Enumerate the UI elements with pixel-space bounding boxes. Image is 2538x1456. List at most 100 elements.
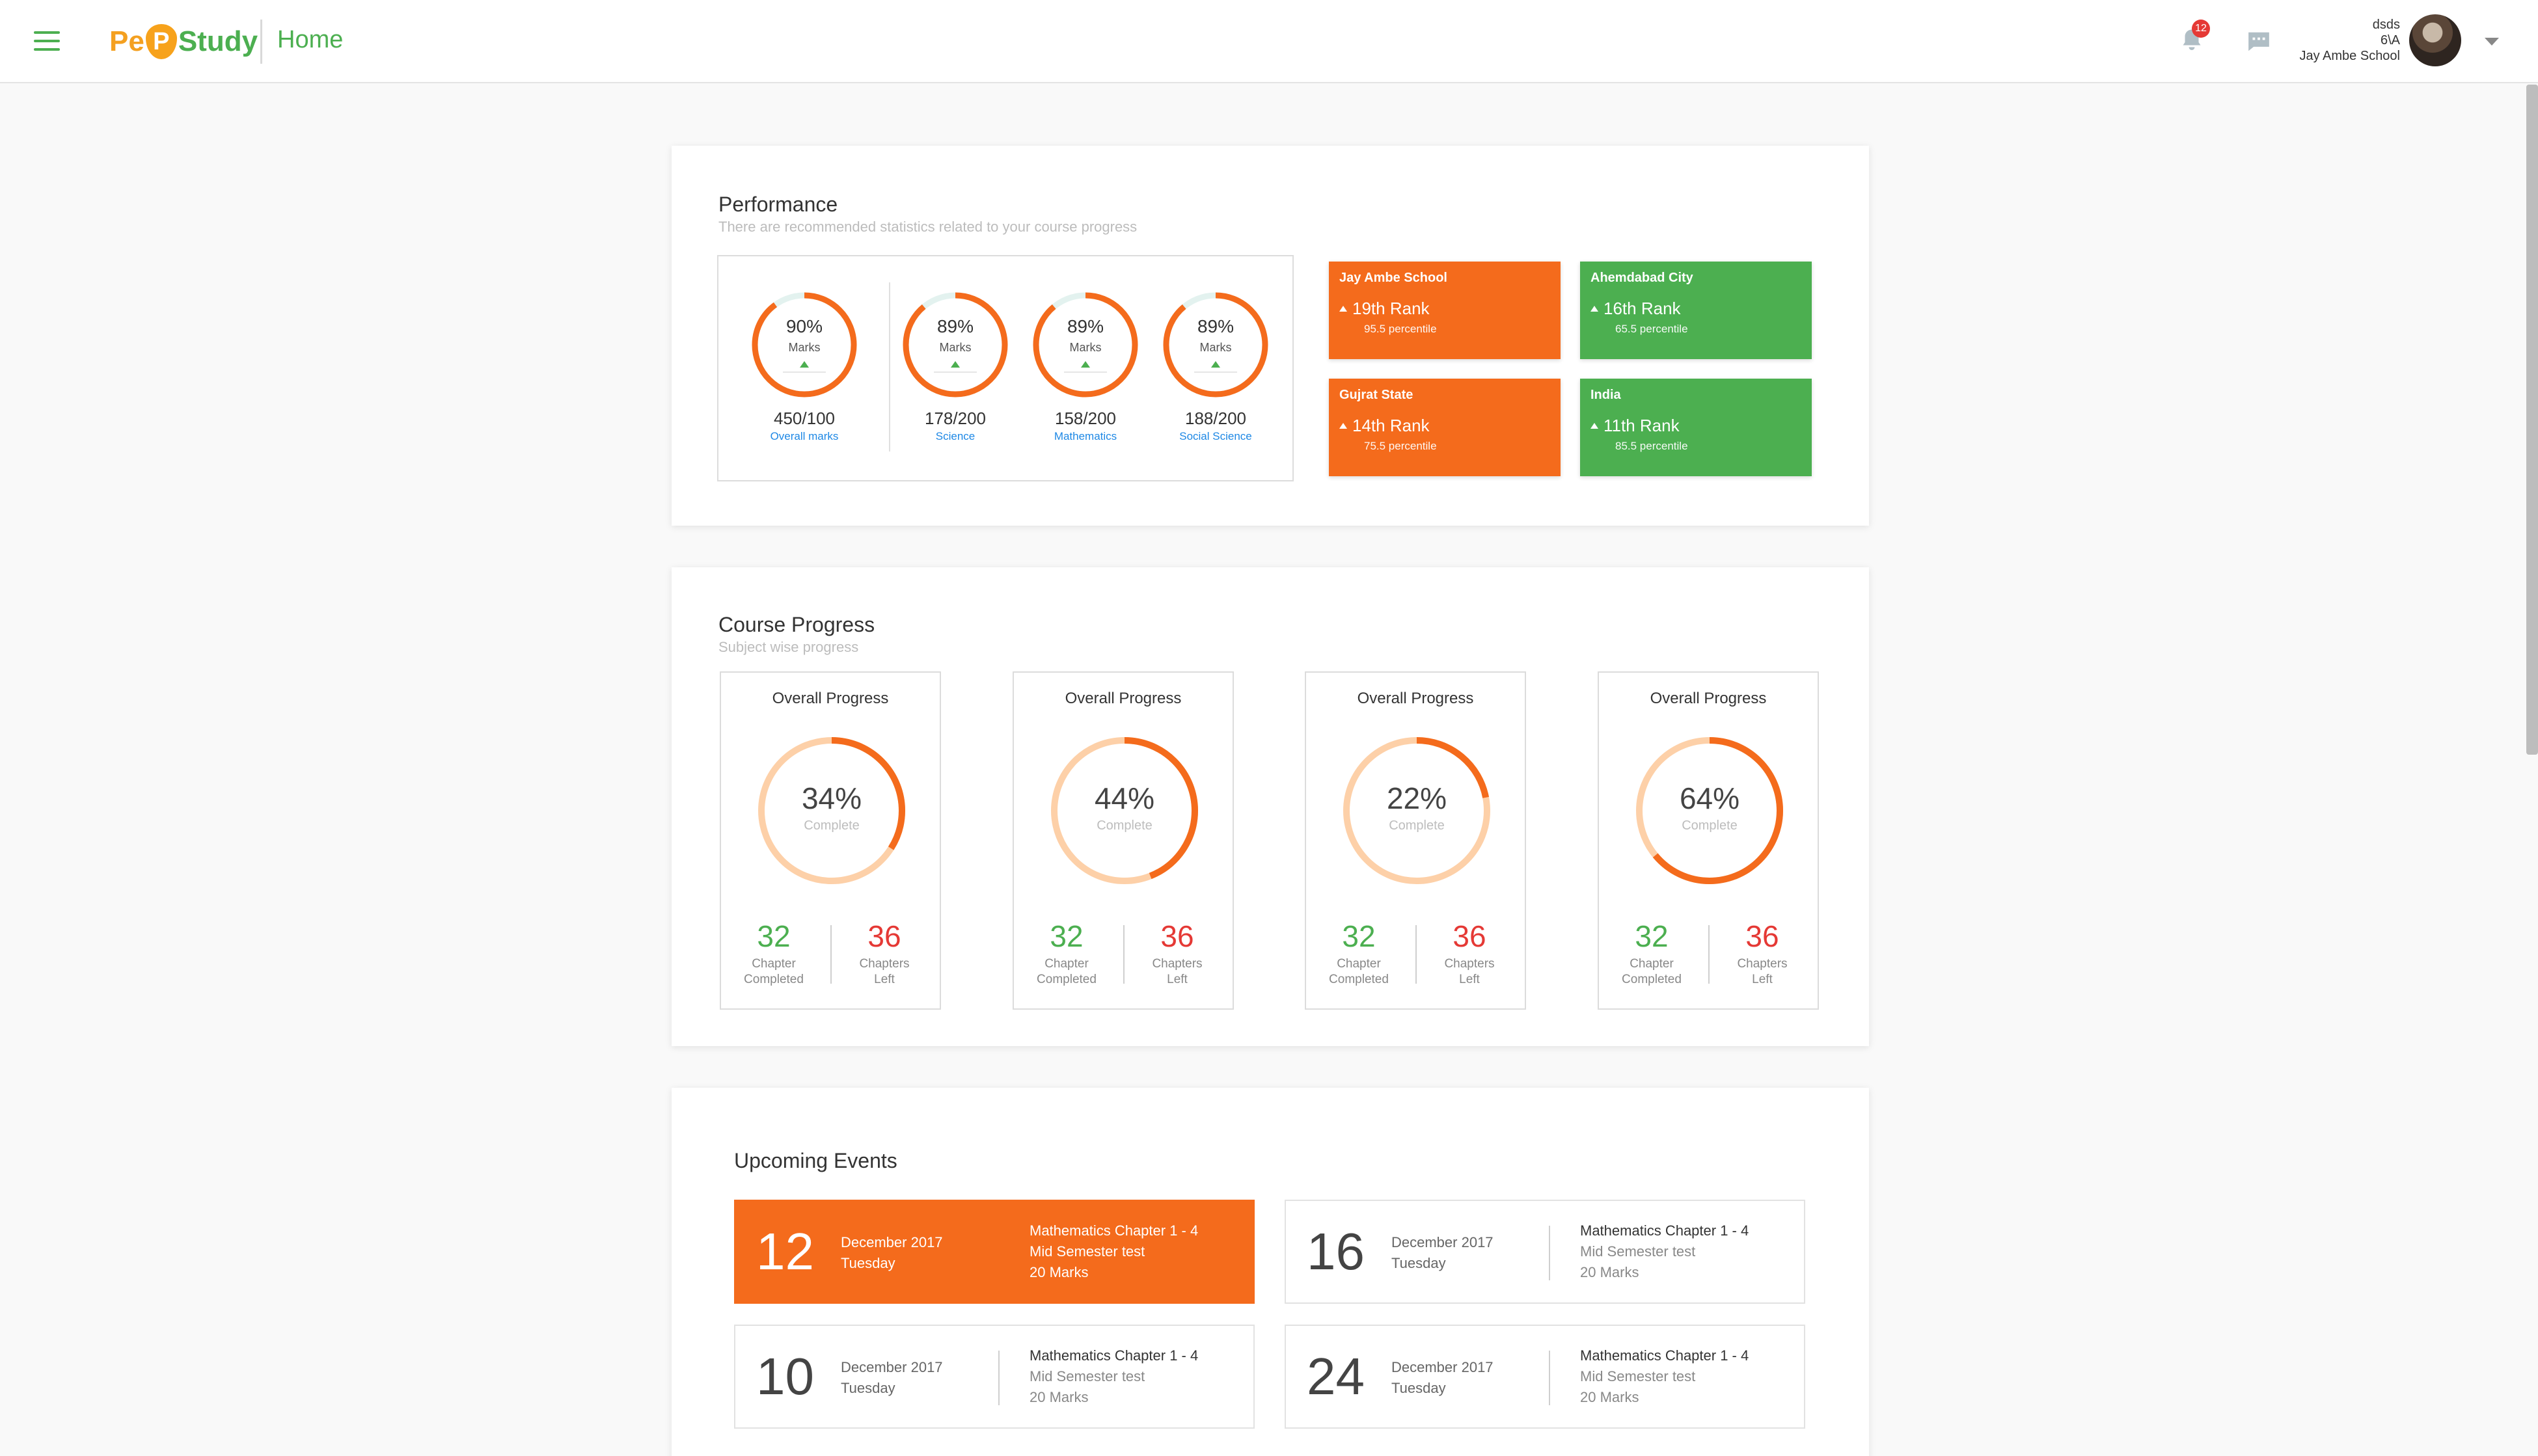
- score-subject: Overall marks: [770, 430, 839, 442]
- subject-score: 188/200 Social Science: [1151, 409, 1281, 443]
- completed-count: 32: [1342, 919, 1376, 953]
- ring-marks-label: Marks: [788, 341, 821, 354]
- progress-status: Complete: [804, 818, 860, 833]
- user-info[interactable]: dsds 6\A Jay Ambe School: [2299, 17, 2400, 64]
- event-date: December 2017 Tuesday: [841, 1359, 943, 1396]
- event-item[interactable]: 12 December 2017 Tuesday Mathematics Chapte…: [734, 1200, 1255, 1304]
- progress-center: 44% Complete: [1048, 734, 1201, 887]
- event-item[interactable]: 24 December 2017 Tuesday Mathematics Chapte…: [1285, 1325, 1805, 1429]
- rank-percentile: 65.5 percentile: [1615, 323, 1688, 335]
- logo-p-badge: P: [145, 24, 177, 59]
- chat-icon[interactable]: [2246, 30, 2271, 53]
- rank-value: 11th Rank: [1603, 416, 1680, 435]
- notification-count-badge: 12: [2192, 20, 2210, 38]
- rank-box[interactable]: Gujrat State 14th Rank 75.5 percentile: [1329, 379, 1561, 476]
- chapter-stats: 32 Chapter Completed 36 Chapters Left: [1599, 919, 1818, 990]
- marks-ring-3: 89% Marks: [1032, 291, 1139, 401]
- completed-count: 32: [1050, 919, 1084, 953]
- progress-card-title: Overall Progress: [1357, 690, 1474, 707]
- event-details: Mathematics Chapter 1 - 4 Mid Semester te…: [1580, 1345, 1749, 1408]
- trend-up-icon: [1590, 306, 1598, 312]
- chapter-stats: 32 Chapter Completed 36 Chapters Left: [1306, 919, 1525, 990]
- subject-progress-card[interactable]: Overall Progress 22% Complete 32 Chapter Comp…: [1305, 671, 1526, 1010]
- progress-card-title: Overall Progress: [772, 690, 889, 707]
- chapters-left: 36 Chapters Left: [842, 919, 927, 988]
- ring-underline: [1194, 371, 1237, 373]
- score-value: 178/200: [925, 409, 986, 428]
- event-date: December 2017 Tuesday: [1391, 1359, 1494, 1396]
- subject-progress-card[interactable]: Overall Progress 44% Complete 32 Chapter Comp…: [1013, 671, 1234, 1010]
- progress-card-title: Overall Progress: [1065, 690, 1182, 707]
- subject-score: 158/200 Mathematics: [1020, 409, 1151, 443]
- ring-marks-label: Marks: [1069, 341, 1102, 354]
- score-value: 450/100: [774, 409, 835, 428]
- hamburger-menu-icon[interactable]: [34, 31, 60, 51]
- user-school: Jay Ambe School: [2299, 49, 2400, 63]
- user-avatar[interactable]: [2409, 14, 2461, 66]
- trend-up-icon: [951, 361, 960, 368]
- rank-percentile: 95.5 percentile: [1364, 323, 1437, 335]
- rank-box[interactable]: India 11th Rank 85.5 percentile: [1580, 379, 1812, 476]
- left-label: Chapters Left: [1444, 957, 1495, 986]
- completed-label: Chapter Completed: [1329, 957, 1389, 986]
- marks-ring-1: 90% Marks: [751, 291, 858, 401]
- rank-box[interactable]: Jay Ambe School 19th Rank 95.5 percentile: [1329, 262, 1561, 359]
- chapters-left: 36 Chapters Left: [1427, 919, 1512, 988]
- performance-card: Performance There are recommended statis…: [672, 146, 1869, 526]
- event-marks: 20 Marks: [1030, 1389, 1089, 1405]
- trend-up-icon: [1081, 361, 1090, 368]
- score-value: 188/200: [1185, 409, 1246, 428]
- rank-region: Jay Ambe School: [1339, 271, 1447, 285]
- event-item[interactable]: 16 December 2017 Tuesday Mathematics Chapte…: [1285, 1200, 1805, 1304]
- trend-up-icon: [1590, 423, 1598, 429]
- completed-count: 32: [757, 919, 791, 953]
- event-item[interactable]: 10 December 2017 Tuesday Mathematics Chapte…: [734, 1325, 1255, 1429]
- page-title: Home: [277, 26, 344, 53]
- progress-status: Complete: [1682, 818, 1738, 833]
- ring-percent: 89%: [1067, 316, 1104, 336]
- left-label: Chapters Left: [1152, 957, 1203, 986]
- progress-percent: 34%: [801, 781, 862, 815]
- progress-center: 64% Complete: [1633, 734, 1786, 887]
- pepstudy-logo[interactable]: Pe P Study: [109, 22, 258, 61]
- completed-label: Chapter Completed: [744, 957, 804, 986]
- marks-ring-2: 89% Marks: [902, 291, 1009, 401]
- event-divider: [998, 1351, 1000, 1405]
- logo-pe-text: Pe: [109, 25, 144, 57]
- progress-center: 34% Complete: [755, 734, 908, 887]
- rank-region: India: [1590, 388, 1621, 402]
- chevron-down-icon[interactable]: [2485, 38, 2499, 46]
- stats-divider: [1415, 925, 1417, 984]
- trend-up-icon: [1211, 361, 1220, 368]
- score-subject: Social Science: [1179, 430, 1252, 442]
- rank-value: 14th Rank: [1352, 416, 1430, 435]
- chapters-completed: 32 Chapter Completed: [1609, 919, 1694, 988]
- progress-status: Complete: [1389, 818, 1445, 833]
- event-test: Mid Semester test: [1030, 1368, 1145, 1384]
- course-progress-card: Course Progress Subject wise progress Ov…: [672, 567, 1869, 1046]
- event-day: 24: [1307, 1347, 1365, 1405]
- user-class: 6\A: [2380, 33, 2400, 47]
- page-scrollbar[interactable]: [2526, 85, 2538, 755]
- trend-up-icon: [1339, 306, 1347, 312]
- rank-box[interactable]: Ahemdabad City 16th Rank 65.5 percentile: [1580, 262, 1812, 359]
- progress-card-title: Overall Progress: [1650, 690, 1767, 707]
- subject-progress-card[interactable]: Overall Progress 64% Complete 32 Chapter Comp…: [1598, 671, 1819, 1010]
- rank-value: 16th Rank: [1603, 299, 1681, 318]
- rank-region: Ahemdabad City: [1590, 271, 1693, 285]
- ring-percent: 90%: [785, 316, 823, 336]
- stats-divider: [830, 925, 832, 984]
- completed-label: Chapter Completed: [1037, 957, 1097, 986]
- upcoming-events-title: Upcoming Events: [734, 1149, 897, 1172]
- event-subject: Mathematics Chapter 1 - 4: [1580, 1222, 1749, 1239]
- chapters-completed: 32 Chapter Completed: [1317, 919, 1401, 988]
- ring-marks-label: Marks: [939, 341, 972, 354]
- ring-percent: 89%: [936, 316, 974, 336]
- subject-progress-card[interactable]: Overall Progress 34% Complete 32 Chapter Comp…: [720, 671, 941, 1010]
- course-progress-subtitle: Subject wise progress: [718, 639, 859, 655]
- event-subject: Mathematics Chapter 1 - 4: [1580, 1347, 1749, 1364]
- marks-ring-4: 89% Marks: [1162, 291, 1269, 401]
- progress-percent: 22%: [1386, 781, 1447, 815]
- subject-score: 178/200 Science: [890, 409, 1020, 443]
- top-app-bar: Pe P Study Home 12 dsds 6\A Jay Ambe Schoo…: [0, 0, 2538, 83]
